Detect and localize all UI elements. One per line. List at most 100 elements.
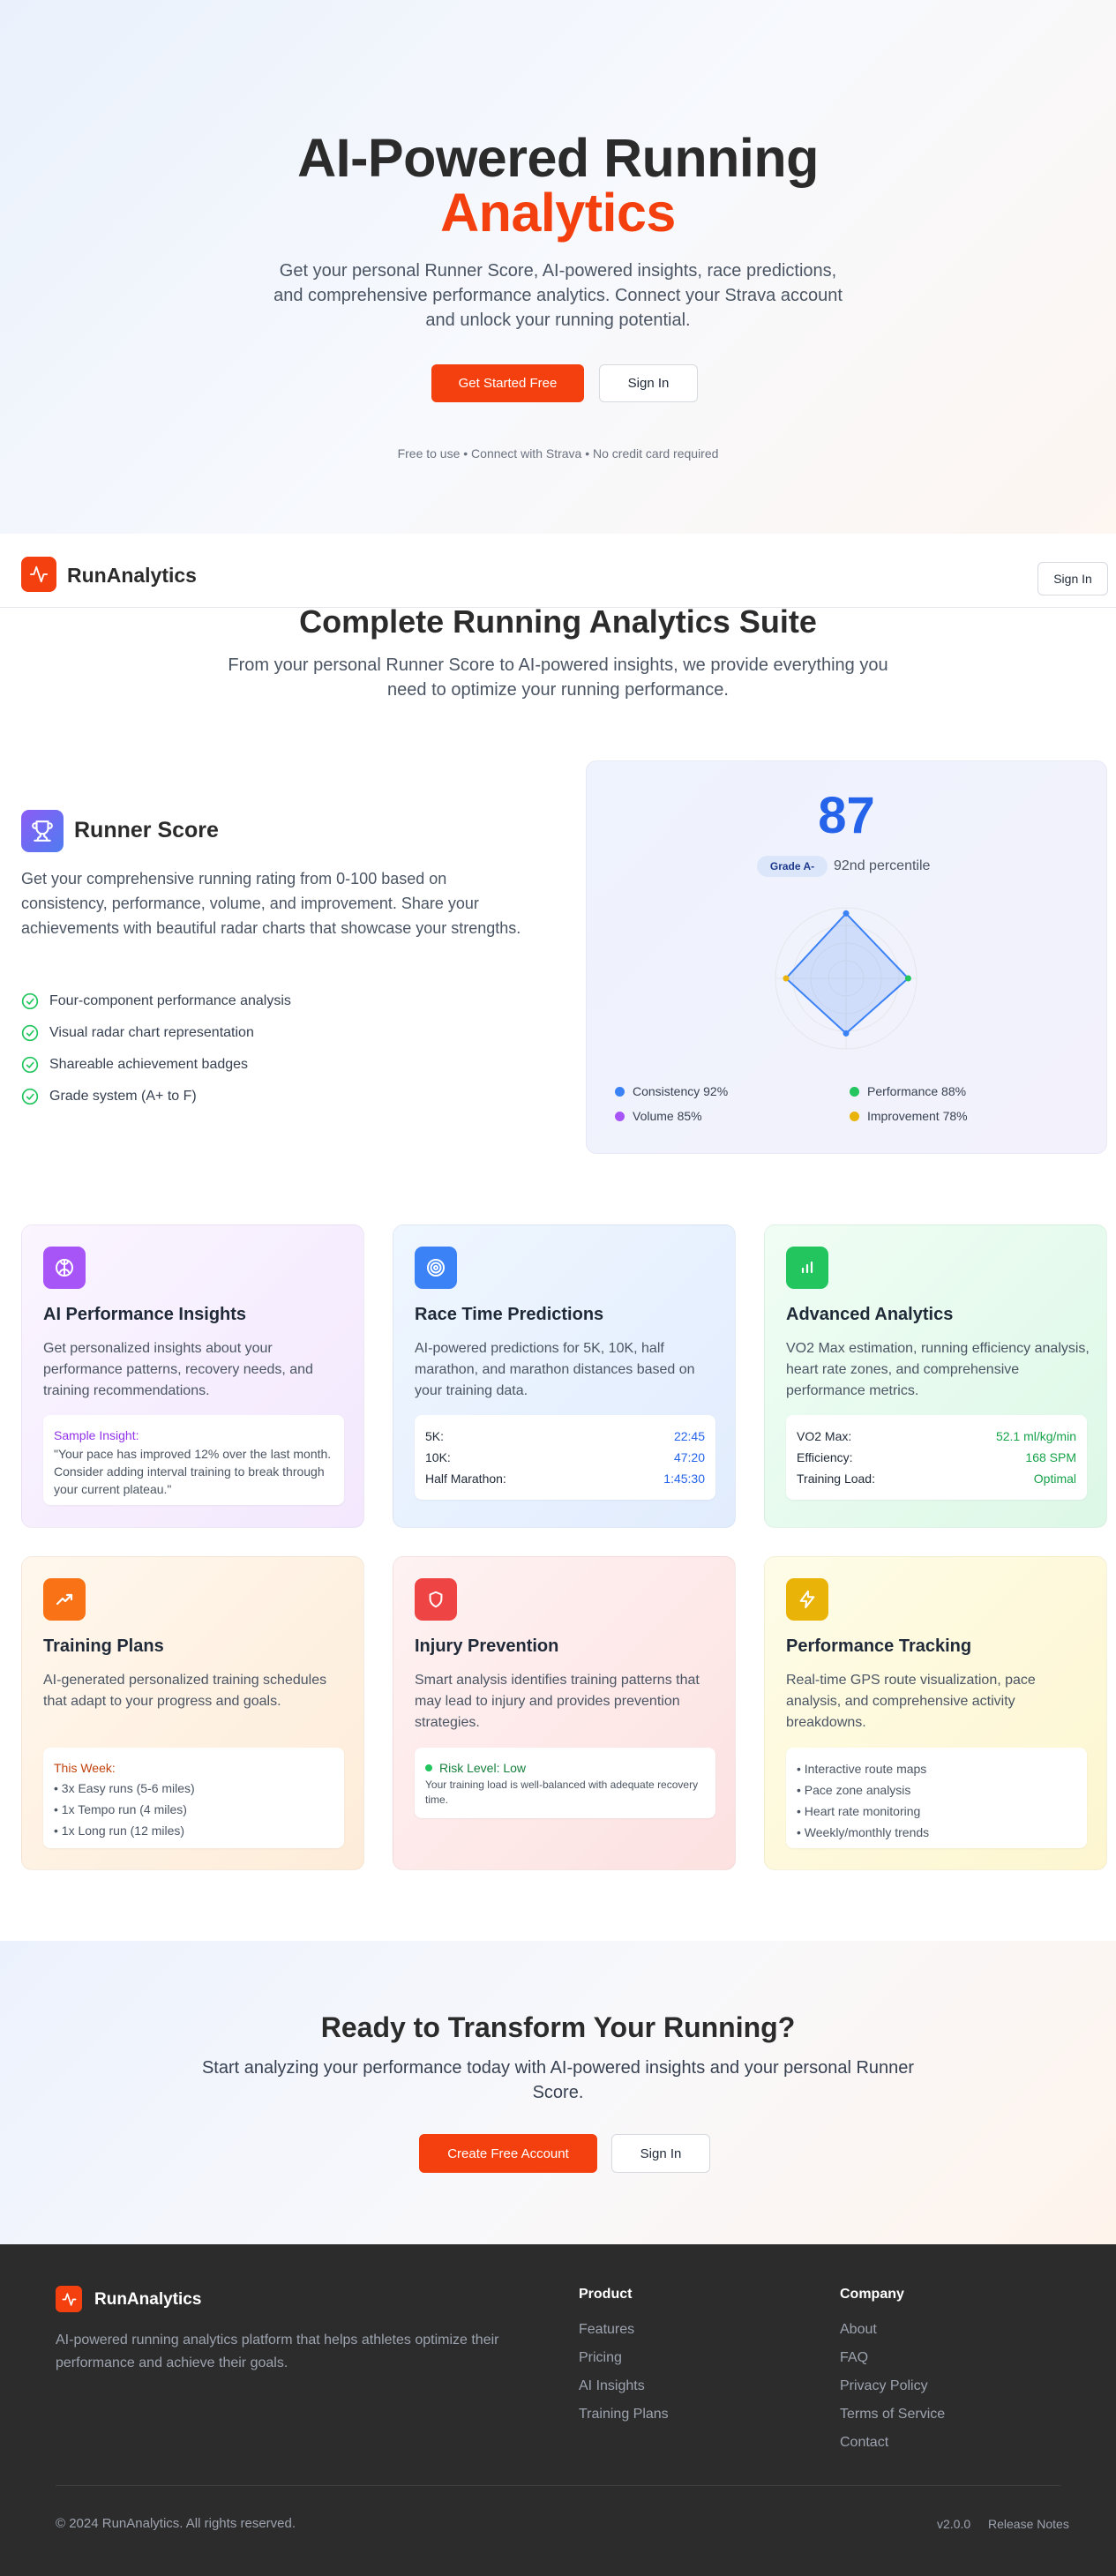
feature-item: Visual radar chart representation — [21, 1017, 291, 1049]
legend-consistency: Consistency 92% — [615, 1084, 728, 1098]
prediction-value: 47:20 — [673, 1450, 705, 1464]
card-title: Race Time Predictions — [415, 1305, 604, 1324]
footer-divider — [56, 2485, 1060, 2486]
race-predictions-box: 5K: 22:45 10K: 47:20 Half Marathon: 1:45:30 — [415, 1415, 715, 1500]
risk-level-box: Risk Level: Low Your training load is we… — [415, 1748, 715, 1818]
metric-row: Training Load: Optimal — [797, 1468, 1076, 1489]
plans-icon-box — [43, 1578, 86, 1621]
get-started-button[interactable]: Get Started Free — [431, 364, 584, 402]
footer-link-training-plans[interactable]: Training Plans — [579, 2407, 669, 2435]
cta-subtitle: Start analyzing your performance today w… — [201, 2058, 915, 2102]
hero-title-accent: Analytics — [440, 183, 676, 243]
metric-row: VO2 Max: 52.1 ml/kg/min — [797, 1426, 1076, 1447]
footer-link-terms[interactable]: Terms of Service — [840, 2407, 945, 2435]
metric-row: Efficiency: 168 SPM — [797, 1447, 1076, 1468]
radar-area — [784, 911, 910, 1035]
suite-subtitle: From your personal Runner Score to AI-po… — [228, 655, 888, 700]
footer: RunAnalytics AI-powered running analytic… — [0, 2244, 1116, 2576]
prediction-value: 22:45 — [673, 1429, 705, 1443]
target-icon — [427, 1259, 445, 1277]
cta-sign-in-button[interactable]: Sign In — [611, 2134, 710, 2173]
week-title: This Week: — [54, 1761, 116, 1775]
activity-pulse-icon — [29, 565, 49, 583]
card-description: Smart analysis identifies training patte… — [415, 1673, 700, 1730]
top-nav: RunAnalytics Sign In — [0, 534, 1116, 608]
nav-sign-in-button[interactable]: Sign In — [1037, 562, 1108, 595]
metric-label: Training Load: — [797, 1471, 875, 1486]
footer-product-heading: Product — [579, 2287, 633, 2302]
analytics-metrics-box: VO2 Max: 52.1 ml/kg/min Efficiency: 168 SP… — [786, 1415, 1087, 1500]
activity-pulse-icon — [62, 2292, 76, 2306]
card-description: AI-powered predictions for 5K, 10K, half… — [415, 1341, 695, 1398]
feature-label: Visual radar chart representation — [49, 1025, 254, 1040]
logo[interactable] — [21, 557, 56, 592]
ai-insights-card: AI Performance Insights Get personalized… — [21, 1224, 364, 1528]
tracking-item: • Weekly/monthly trends — [797, 1825, 930, 1839]
create-account-button[interactable]: Create Free Account — [419, 2134, 597, 2173]
radar-chart — [775, 907, 918, 1050]
prediction-row: 10K: 47:20 — [425, 1447, 705, 1468]
card-description: VO2 Max estimation, running efficiency a… — [786, 1341, 1090, 1398]
footer-link-privacy[interactable]: Privacy Policy — [840, 2378, 945, 2407]
feature-item: Grade system (A+ to F) — [21, 1081, 291, 1112]
card-title: Training Plans — [43, 1636, 164, 1656]
legend-volume: Volume 85% — [615, 1109, 702, 1123]
lightning-icon — [799, 1590, 815, 1609]
card-title: Advanced Analytics — [786, 1305, 954, 1324]
risk-status-dot — [425, 1764, 432, 1771]
metric-label: Efficiency: — [797, 1450, 853, 1464]
advanced-analytics-card: Advanced Analytics VO2 Max estimation, r… — [764, 1224, 1107, 1528]
brain-icon — [56, 1259, 73, 1277]
runner-score-title: Runner Score — [74, 818, 219, 842]
card-title: Injury Prevention — [415, 1636, 559, 1656]
radar-point-consistency — [843, 910, 850, 917]
footer-logo[interactable] — [56, 2286, 82, 2312]
metric-label: VO2 Max: — [797, 1429, 852, 1443]
cta-section: Ready to Transform Your Running? Start a… — [0, 1941, 1116, 2244]
footer-brand: RunAnalytics — [94, 2290, 202, 2309]
injury-prevention-card: Injury Prevention Smart analysis identif… — [393, 1556, 736, 1870]
tracking-features-box: • Interactive route maps • Pace zone ana… — [786, 1748, 1087, 1848]
brand-name[interactable]: RunAnalytics — [67, 564, 197, 588]
legend-dot — [850, 1086, 859, 1097]
card-description: Get personalized insights about your per… — [43, 1341, 313, 1398]
hero-note: Free to use • Connect with Strava • No c… — [397, 446, 719, 461]
legend-label: Performance 88% — [867, 1084, 967, 1098]
release-notes-link[interactable]: Release Notes — [988, 2517, 1069, 2531]
score-value: 87 — [818, 787, 875, 844]
check-circle-icon — [21, 1056, 39, 1074]
footer-link-faq[interactable]: FAQ — [840, 2350, 945, 2378]
risk-level-title: Risk Level: Low — [425, 1758, 705, 1778]
plan-item: • 3x Easy runs (5-6 miles) — [54, 1781, 195, 1795]
hero-section: AI-Powered Running Analytics Get your pe… — [0, 0, 1116, 534]
feature-label: Four-component performance analysis — [49, 993, 291, 1008]
footer-company-links: About FAQ Privacy Policy Terms of Servic… — [840, 2322, 945, 2463]
metric-value: Optimal — [1033, 1471, 1076, 1486]
footer-link-pricing[interactable]: Pricing — [579, 2350, 669, 2378]
card-description: AI-generated personalized training sched… — [43, 1673, 327, 1709]
legend-improvement: Improvement 78% — [850, 1109, 968, 1123]
prediction-label: Half Marathon: — [425, 1471, 506, 1486]
hero-lead: Get your personal Runner Score, AI-power… — [273, 261, 843, 330]
runner-score-features: Four-component performance analysis Visu… — [21, 985, 291, 1112]
footer-link-contact[interactable]: Contact — [840, 2435, 945, 2463]
footer-link-features[interactable]: Features — [579, 2322, 669, 2350]
footer-link-about[interactable]: About — [840, 2322, 945, 2350]
footer-link-ai-insights[interactable]: AI Insights — [579, 2378, 669, 2407]
check-circle-icon — [21, 1024, 39, 1042]
feature-item: Shareable achievement badges — [21, 1049, 291, 1081]
legend-dot — [850, 1111, 859, 1121]
legend-label: Improvement 78% — [867, 1109, 968, 1123]
sample-insight-box: Sample Insight: "Your pace has improved … — [43, 1415, 344, 1505]
weekly-plan-box: This Week: • 3x Easy runs (5-6 miles) • … — [43, 1748, 344, 1848]
grade-badge: Grade A- — [757, 856, 828, 877]
percentile-text: 92nd percentile — [834, 858, 931, 873]
hero-sign-in-button[interactable]: Sign In — [599, 364, 698, 402]
trending-up-icon — [56, 1593, 73, 1606]
ai-icon-box — [43, 1247, 86, 1289]
card-description: Real-time GPS route visualization, pace … — [786, 1673, 1036, 1730]
analytics-icon-box — [786, 1247, 828, 1289]
check-circle-icon — [21, 1088, 39, 1105]
feature-label: Grade system (A+ to F) — [49, 1089, 197, 1104]
tracking-item: • Pace zone analysis — [797, 1783, 911, 1797]
